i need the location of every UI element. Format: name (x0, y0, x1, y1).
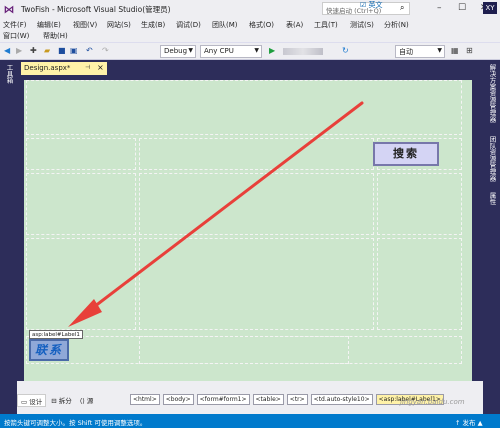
view-tabs: ▭ 设计 ⊟ 拆分 ⟨⟩ 源 (17, 394, 98, 407)
undo-icon[interactable]: ↶ (86, 46, 93, 55)
tab-source-view[interactable]: ⟨⟩ 源 (77, 394, 97, 407)
forward-icon[interactable]: ▶ (16, 46, 22, 55)
chevron-down-icon: ▼ (188, 47, 193, 54)
menu-bar: 文件(F) 编辑(E) 视图(V) 网站(S) 生成(B) 调试(D) 团队(M… (0, 1, 500, 42)
watermark: jingyan.baidu.com (400, 398, 465, 406)
menu-view[interactable]: 视图(V) (73, 20, 97, 30)
zoom-dropdown[interactable]: 自动 ▼ (395, 45, 445, 58)
visual-studio-logo-icon: ⋈ (3, 2, 15, 16)
status-bar: 按箭头键可调整大小。按 Shift 可使用调整选项。 ↑ 发布 ▲ (0, 414, 500, 428)
close-icon[interactable]: × (97, 63, 104, 72)
menu-website[interactable]: 网站(S) (107, 20, 131, 30)
left-tool-strip: 工具箱 (0, 60, 17, 414)
status-text: 按箭头键可调整大小。按 Shift 可使用调整选项。 (4, 419, 147, 427)
menu-edit[interactable]: 编辑(E) (37, 20, 61, 30)
breadcrumb-form[interactable]: <form#form1> (196, 394, 250, 405)
title-bar: ⋈ TwoFish - Microsoft Visual Studio(管理员)… (0, 0, 500, 18)
tab-label: 拆分 (58, 397, 72, 405)
menu-format[interactable]: 格式(O) (249, 20, 274, 30)
open-folder-icon[interactable]: ▰ (44, 46, 50, 55)
solution-explorer-tab[interactable]: 解决方案资源管理器 (487, 64, 497, 123)
save-icon[interactable]: ■ (58, 46, 66, 55)
chevron-down-icon: ▼ (437, 47, 442, 54)
tab-design-view[interactable]: ▭ 设计 (17, 394, 47, 407)
breadcrumb-tr[interactable]: <tr> (286, 394, 308, 405)
breadcrumb-body[interactable]: <body> (162, 394, 194, 405)
menu-help[interactable]: 帮助(H) (43, 31, 68, 41)
refresh-icon[interactable]: ↻ (342, 46, 349, 55)
solution-config-dropdown[interactable]: Debug ▼ (160, 45, 196, 58)
menu-debug[interactable]: 调试(D) (176, 20, 201, 30)
save-all-icon[interactable]: ▣ (70, 46, 78, 55)
platform-value: Any CPU (204, 47, 234, 55)
solution-config-value: Debug (164, 47, 188, 55)
toolbox-tab[interactable]: 工具箱 (4, 64, 14, 84)
tab-split-view[interactable]: ⊟ 拆分 (48, 394, 75, 407)
annotation-arrow-icon (68, 101, 364, 327)
menu-window[interactable]: 窗口(W) (3, 31, 29, 41)
maximize-icon[interactable]: ☐ (458, 3, 466, 13)
publish-button[interactable]: ↑ 发布 ▲ (455, 417, 483, 427)
user-avatar[interactable]: XY (483, 2, 497, 14)
menu-team[interactable]: 团队(M) (212, 20, 238, 30)
grid-icon[interactable]: ⊞ (466, 46, 473, 55)
back-icon[interactable]: ◀ (4, 46, 10, 55)
menu-build[interactable]: 生成(B) (141, 20, 165, 30)
breadcrumb-html[interactable]: <html> (130, 394, 160, 405)
tab-label: 源 (86, 397, 94, 405)
start-debug-icon[interactable]: ▶ (269, 46, 275, 55)
tab-title: Design.aspx* (24, 64, 71, 72)
right-tool-strip: 解决方案资源管理器 团队资源管理器 属性 (483, 60, 500, 414)
layout-icon[interactable]: ▦ (451, 46, 459, 55)
tab-label: 设计 (29, 398, 43, 406)
pin-icon[interactable]: ⊣ (85, 64, 90, 71)
menu-table[interactable]: 表(A) (286, 20, 303, 30)
design-canvas[interactable]: 搜索 asp:label#Label1 联系 (24, 80, 472, 381)
search-icon[interactable]: ⌕ (400, 3, 404, 13)
new-project-icon[interactable]: ✚ (30, 46, 37, 55)
menu-test[interactable]: 测试(S) (350, 20, 374, 30)
browser-target-blurred[interactable] (283, 48, 323, 55)
menu-analyze[interactable]: 分析(N) (384, 20, 409, 30)
breadcrumb-td[interactable]: <td.auto-style10> (310, 394, 373, 405)
minimize-icon[interactable]: – (437, 3, 442, 13)
chevron-down-icon: ▼ (254, 47, 259, 54)
zoom-value: 自动 (399, 48, 413, 56)
platform-dropdown[interactable]: Any CPU ▼ (200, 45, 262, 58)
redo-icon[interactable]: ↷ (102, 46, 109, 55)
designer-area: 搜索 asp:label#Label1 联系 (17, 75, 483, 381)
document-tab-strip: Design.aspx* ⊣ × (17, 60, 483, 75)
properties-tab[interactable]: 属性 (487, 192, 497, 205)
menu-file[interactable]: 文件(F) (3, 20, 27, 30)
team-explorer-tab[interactable]: 团队资源管理器 (487, 136, 497, 182)
share-button[interactable]: ☑ 英文 (360, 0, 383, 10)
breadcrumb-table[interactable]: <table> (252, 394, 284, 405)
standard-toolbar: ◀ ▶ ✚ ▰ ■ ▣ ↶ ↷ Debug ▼ Any CPU ▼ ▶ ↻ 自动 ▼ … (0, 42, 500, 60)
tab-design-aspx[interactable]: Design.aspx* ⊣ × (21, 62, 107, 75)
menu-tools[interactable]: 工具(T) (314, 20, 338, 30)
window-title: TwoFish - Microsoft Visual Studio(管理员) (21, 4, 171, 14)
